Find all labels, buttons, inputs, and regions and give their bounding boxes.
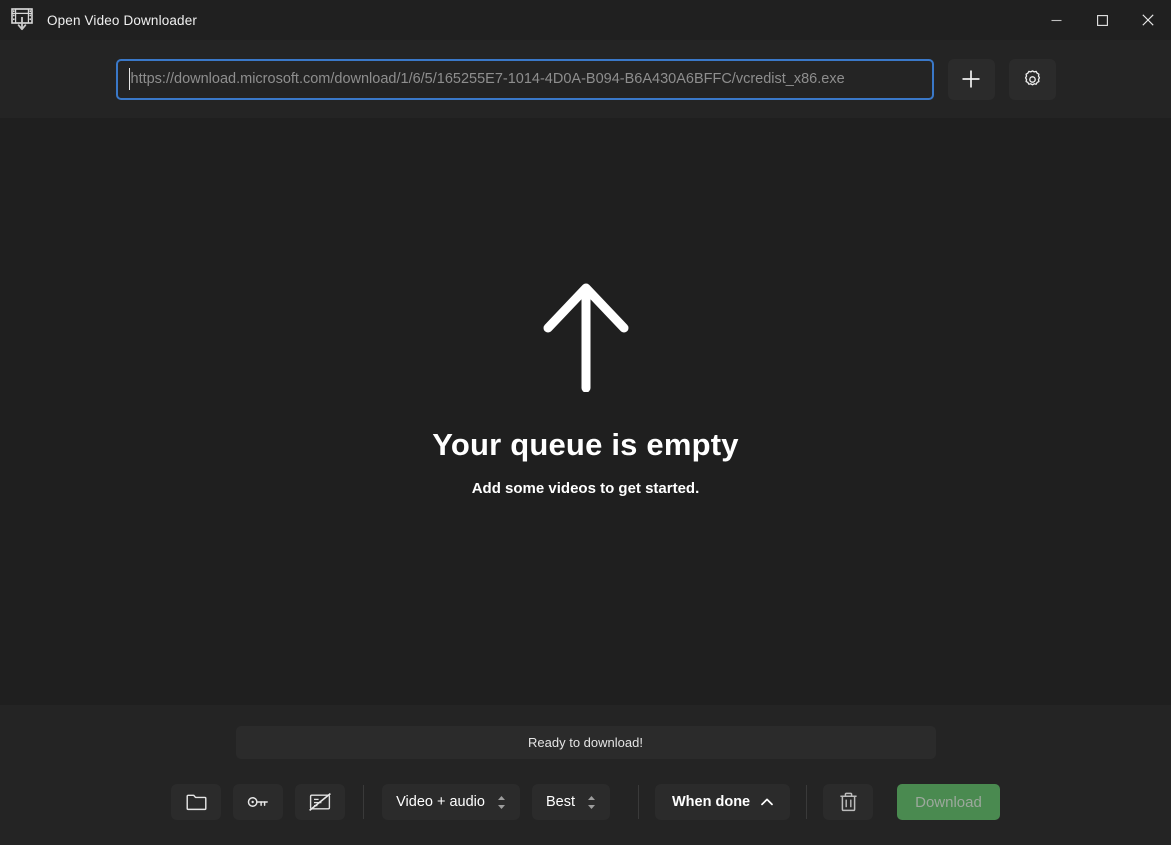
minimize-icon [1051, 19, 1061, 21]
trash-icon [840, 792, 857, 812]
add-url-button[interactable] [947, 58, 995, 100]
window-controls [1033, 0, 1171, 40]
toolbar-divider-3 [806, 785, 808, 819]
folder-icon [186, 794, 207, 811]
title-bar: Open Video Downloader [0, 0, 1171, 40]
minimize-button[interactable] [1033, 0, 1079, 40]
app-window: Open Video Downloader https://download.m… [0, 0, 1171, 845]
caret-up-icon [761, 798, 773, 806]
status-text: Ready to download! [528, 735, 643, 750]
url-bar [0, 40, 1171, 118]
when-done-menu-value: When done [671, 794, 751, 810]
film-download-icon [11, 8, 33, 32]
clear-queue-button[interactable] [823, 784, 874, 820]
toolbar-divider-2 [637, 785, 639, 819]
screen-slash-icon [309, 793, 332, 811]
footer: Ready to download! Video + audio Best Wh… [0, 705, 1171, 845]
main-content: Your queue is empty Add some videos to g… [0, 118, 1171, 705]
text-caret [128, 67, 130, 90]
empty-state-title: Your queue is empty [432, 427, 739, 462]
open-folder-button[interactable] [171, 784, 222, 820]
url-input[interactable] [115, 58, 934, 100]
key-icon [247, 797, 269, 807]
close-icon [1142, 14, 1154, 26]
quality-select[interactable]: Best [531, 784, 610, 820]
spinner-arrows-icon [497, 795, 505, 809]
close-button[interactable] [1125, 0, 1171, 40]
url-input-wrapper [115, 58, 934, 100]
maximize-button[interactable] [1079, 0, 1125, 40]
empty-state-subtitle: Add some videos to get started. [471, 480, 700, 497]
toolbar-divider-1 [363, 785, 365, 819]
bottom-toolbar: Video + audio Best When done Download [171, 784, 1000, 820]
download-button-label: Download [915, 793, 982, 811]
spinner-arrows-icon [587, 795, 595, 809]
quality-select-value: Best [545, 794, 575, 810]
download-button[interactable]: Download [897, 784, 1000, 820]
window-title: Open Video Downloader [47, 12, 198, 28]
up-arrow-icon [543, 283, 628, 392]
maximize-icon [1096, 14, 1108, 26]
format-select-value: Video + audio [396, 794, 485, 810]
when-done-menu-button[interactable]: When done [654, 784, 791, 820]
gear-icon [1024, 69, 1040, 85]
settings-button[interactable] [1008, 58, 1056, 100]
plus-icon [962, 70, 980, 88]
status-bar: Ready to download! [235, 726, 936, 759]
credentials-button[interactable] [233, 784, 284, 820]
subtitles-off-button[interactable] [295, 784, 346, 820]
format-select[interactable]: Video + audio [382, 784, 520, 820]
title-bar-left: Open Video Downloader [0, 8, 197, 32]
